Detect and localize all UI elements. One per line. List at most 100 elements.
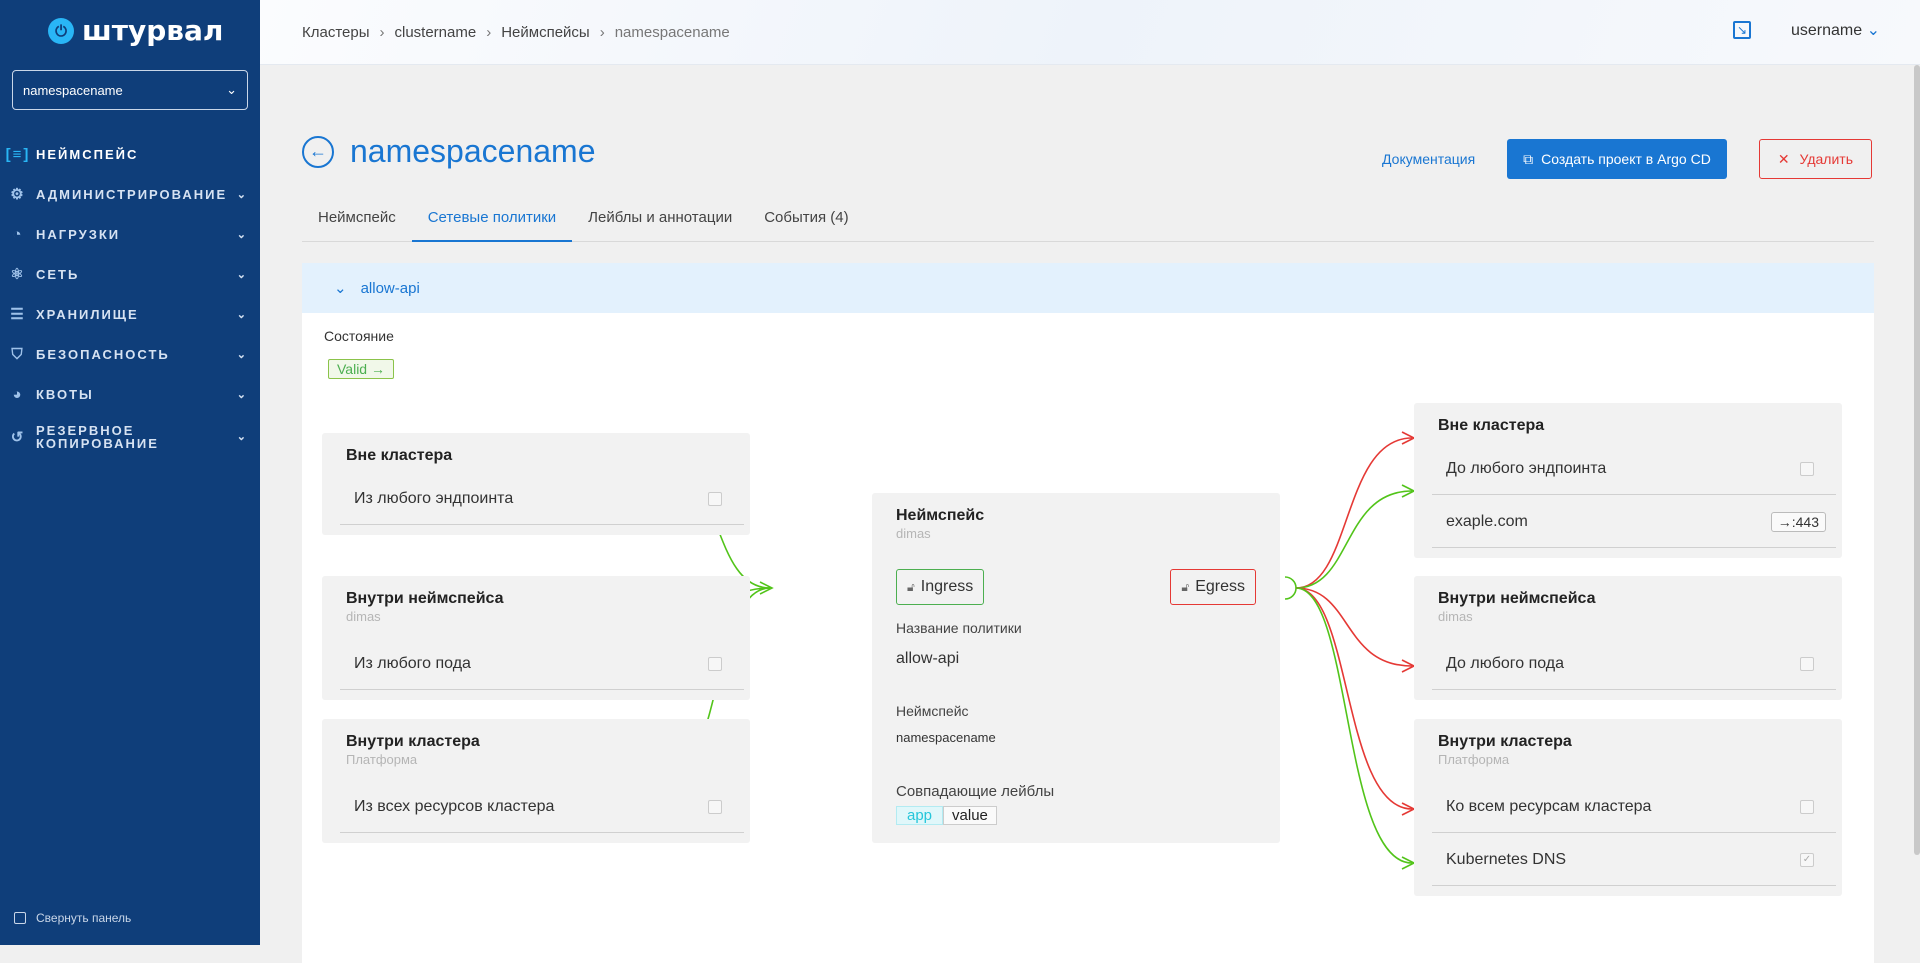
egress-arrow-dns <box>1401 856 1416 870</box>
egress-link-any-pod <box>1295 587 1413 667</box>
egress-outside-row2-label: exaple.com <box>1446 512 1528 530</box>
breadcrumb-cluster[interactable]: clustername <box>395 24 477 41</box>
egress-arrow-any-endpoint <box>1401 431 1416 445</box>
chevron-down-icon: ⌄ <box>226 82 237 97</box>
sidebar: ⏻ штурвал namespacename ⌄ [≡] НЕЙМСПЕЙС ⚙ А… <box>0 0 260 945</box>
expand-icon[interactable]: ↘ <box>1732 21 1751 39</box>
ingress-namespace-checkbox[interactable] <box>708 656 722 671</box>
ingress-arrowhead <box>759 581 774 595</box>
ingress-outside-checkbox[interactable] <box>708 491 722 506</box>
ingress-cluster-title: Внутри кластера <box>346 733 480 750</box>
top-right: ↘ username ⌄ <box>1732 20 1880 40</box>
sidebar-item-2[interactable]: ◔ НАГРУЗКИ ⌄ <box>0 214 260 254</box>
sidebar-item-1[interactable]: ⚙ АДМИНИСТРИРОВАНИЕ ⌄ <box>0 174 260 214</box>
app-logo[interactable]: ⏻ штурвал <box>48 14 223 47</box>
egress-namespace-sub: dimas <box>1438 609 1473 624</box>
panel-icon <box>14 912 26 924</box>
sidebar-item-7[interactable]: ↺ РЕЗЕРВНОЕ КОПИРОВАНИЕ ⌄ <box>0 414 260 460</box>
ingress-cluster-row: Из всех ресурсов кластера <box>340 781 744 833</box>
center-sub: dimas <box>896 526 931 541</box>
documentation-link[interactable]: Документация <box>1382 151 1475 167</box>
tab-labels-annotations[interactable]: Лейблы и аннотации <box>572 202 748 242</box>
namespace-select[interactable]: namespacename ⌄ <box>12 70 248 110</box>
egress-link-any-endpoint <box>1295 437 1413 589</box>
shield-icon: ⛉ <box>11 345 25 363</box>
egress-namespace-title: Внутри неймспейса <box>1438 590 1596 607</box>
chevron-down-icon: ⌄ <box>236 430 248 443</box>
pie-icon: ◕ <box>12 385 24 403</box>
breadcrumb-namespaces[interactable]: Неймспейсы <box>501 24 590 41</box>
egress-button[interactable]: 🔓︎ Egress <box>1170 569 1256 605</box>
namespace-icon: [≡] <box>5 145 31 163</box>
page-scrollbar[interactable] <box>1914 65 1920 855</box>
delete-button[interactable]: ✕ Удалить <box>1758 139 1872 179</box>
arrow-right-icon: → <box>370 361 385 377</box>
lock-icon: 🔓︎ <box>907 579 915 594</box>
status-badge[interactable]: Valid → <box>328 359 394 379</box>
chevron-down-icon: ⌄ <box>236 388 248 401</box>
page-actions: Документация ⧉ Создать проект в Argo CD … <box>1382 139 1872 179</box>
external-link-icon: ⧉ <box>1523 150 1534 167</box>
egress-dns-checkbox[interactable]: ✓ <box>1800 852 1814 867</box>
sidebar-item-3[interactable]: ⚛ СЕТЬ ⌄ <box>0 254 260 294</box>
egress-cluster-title: Внутри кластера <box>1438 733 1572 750</box>
user-menu[interactable]: username ⌄ <box>1791 20 1880 40</box>
breadcrumb-clusters[interactable]: Кластеры <box>302 24 370 41</box>
ingress-label: Ingress <box>920 578 974 595</box>
sidebar-item-label: СЕТЬ <box>36 266 80 282</box>
egress-outside-cluster: Вне кластера До любого эндпоинта exaple.… <box>1414 403 1842 558</box>
ingress-namespace-row: Из любого пода <box>340 638 744 690</box>
ingress-cluster-row-label: Из всех ресурсов кластера <box>354 797 555 815</box>
sidebar-item-4[interactable]: ☰ ХРАНИЛИЩЕ ⌄ <box>0 294 260 334</box>
tab-namespace[interactable]: Неймспейс <box>302 202 412 242</box>
egress-arrow-any-pod <box>1401 659 1416 673</box>
egress-link-exaple <box>1295 490 1413 589</box>
tab-events[interactable]: События (4) <box>748 202 864 242</box>
sidebar-item-5[interactable]: ⛉ БЕЗОПАСНОСТЬ ⌄ <box>0 334 260 374</box>
status-value: Valid <box>337 361 368 377</box>
sidebar-item-0[interactable]: [≡] НЕЙМСПЕЙС <box>0 134 260 174</box>
tab-network-policies[interactable]: Сетевые политики <box>411 202 573 242</box>
namespace-label: Неймспейс <box>896 703 969 719</box>
breadcrumb-current: namespacename <box>614 24 730 41</box>
close-icon: ✕ <box>1777 150 1790 167</box>
ingress-outside-row-label: Из любого эндпоинта <box>354 489 514 507</box>
namespace-center-card: Неймспейс dimas 🔓︎ Ingress 🔓︎ Egress Наз… <box>872 493 1280 843</box>
chevron-down-icon: ⌄ <box>236 348 248 361</box>
sidebar-item-6[interactable]: ◕ КВОТЫ ⌄ <box>0 374 260 414</box>
ingress-cluster-checkbox[interactable] <box>708 799 722 814</box>
page-title: namespacename <box>350 133 596 169</box>
lock-icon: 🔓︎ <box>1181 579 1190 594</box>
label-key: app <box>896 806 944 825</box>
tab-bar: Неймспейс Сетевые политики Лейблы и анно… <box>302 202 1874 242</box>
chevron-down-icon: ⌄ <box>236 228 248 241</box>
egress-namespace-checkbox[interactable] <box>1800 656 1814 671</box>
egress-namespace-row: До любого пода <box>1432 638 1836 690</box>
sidebar-item-label: ХРАНИЛИЩЕ <box>36 306 139 322</box>
state-label: Состояние <box>324 328 394 344</box>
policy-accordion-header[interactable]: ⌄ allow-api <box>302 263 1874 313</box>
egress-cluster-sub: Платформа <box>1438 752 1510 767</box>
delete-label: Удалить <box>1799 151 1853 167</box>
egress-namespace-row-label: До любого пода <box>1446 654 1565 672</box>
main-content: ← namespacename Документация ⧉ Создать п… <box>260 65 1920 963</box>
collapse-panel-button[interactable]: Свернуть панель <box>14 911 131 925</box>
egress-cluster-row2-label: Kubernetes DNS <box>1446 850 1567 868</box>
policy-panel: ⌄ allow-api Состояние Valid → Вне класте… <box>302 263 1874 963</box>
create-argo-project-button[interactable]: ⧉ Создать проект в Argo CD <box>1507 139 1727 179</box>
label-value: value <box>943 806 997 825</box>
egress-cluster-all-checkbox[interactable] <box>1800 799 1814 814</box>
backup-icon: ↺ <box>10 428 26 446</box>
matching-labels-label: Совпадающие лейблы <box>896 783 1055 800</box>
ingress-button[interactable]: 🔓︎ Ingress <box>896 569 985 605</box>
ingress-namespace-title: Внутри неймспейса <box>346 590 504 607</box>
egress-outside-any-checkbox[interactable] <box>1800 461 1814 476</box>
create-argo-project-label: Создать проект в Argo CD <box>1541 151 1711 167</box>
egress-link-cluster-all <box>1295 587 1413 810</box>
back-arrow-icon[interactable]: ← <box>302 135 334 168</box>
ingress-inside-namespace: Внутри неймспейса dimas Из любого пода <box>322 576 750 700</box>
ingress-inside-cluster: Внутри кластера Платформа Из всех ресурс… <box>322 719 750 843</box>
page-header: ← namespacename <box>302 133 595 170</box>
network-icon: ⚛ <box>10 266 26 283</box>
egress-cluster-row-all: Ко всем ресурсам кластера <box>1432 781 1836 833</box>
